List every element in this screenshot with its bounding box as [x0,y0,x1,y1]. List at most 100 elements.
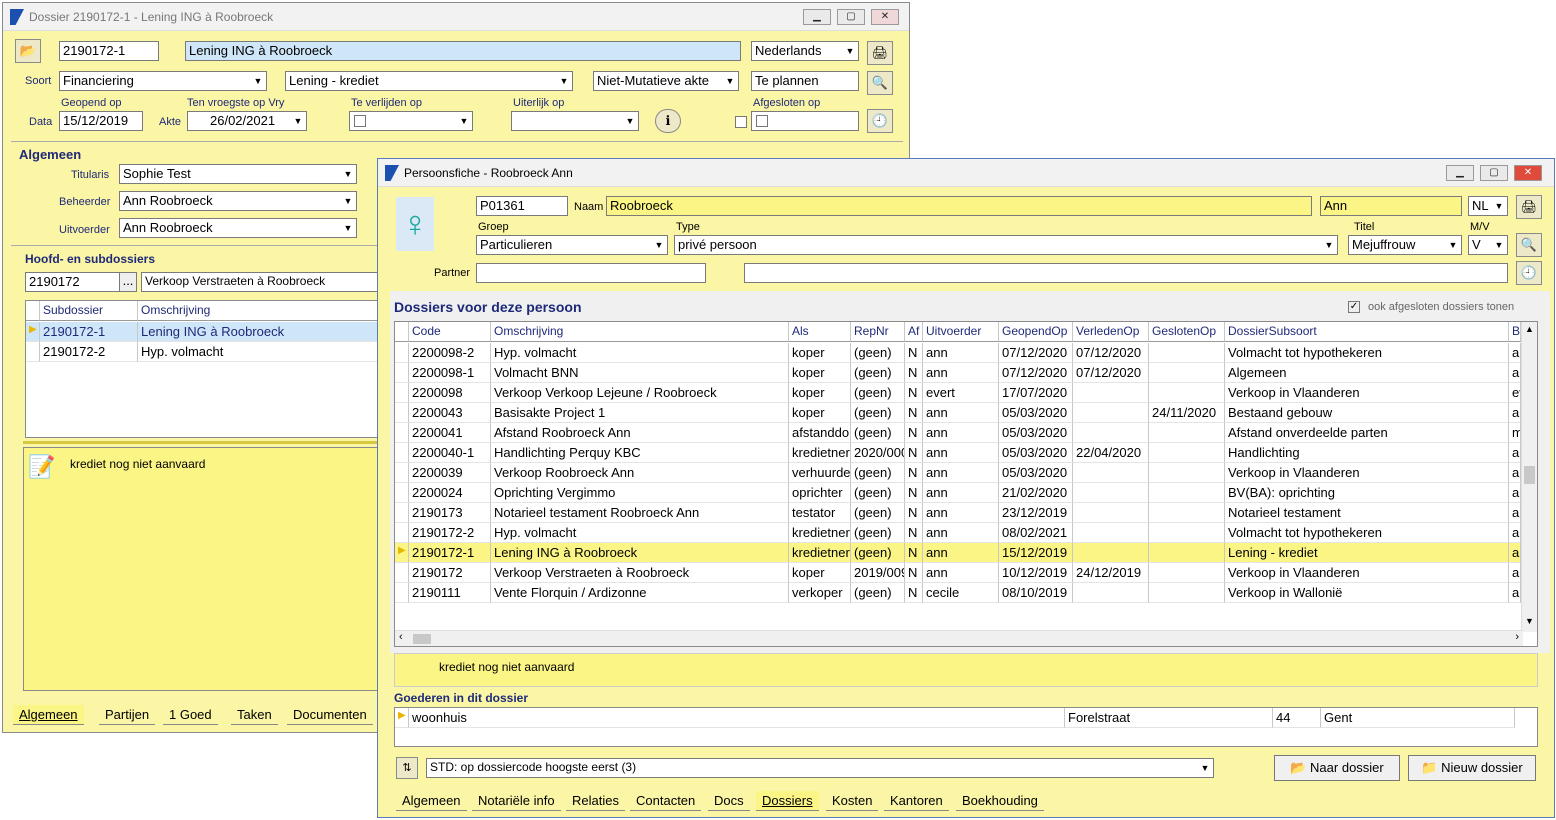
table-row[interactable]: ▶ 2190172-1 Lening ING à Roobroeck kredietn… [395,543,1537,563]
table-row[interactable]: 2200043 Basisakte Project 1 koper (geen) Nan… [395,403,1537,423]
table-row[interactable]: 2190172-2 Hyp. volmacht kredietner (geen) Na… [395,523,1537,543]
verlijden-field[interactable]: ▼ [349,111,473,131]
status-field[interactable]: Te plannen [751,71,859,91]
chevron-down-icon[interactable]: ▼ [1321,236,1337,254]
naar-dossier-button[interactable]: 📂 Naar dossier [1274,755,1400,781]
table-row[interactable]: ▶ woonhuis Forelstraat 44 Gent [395,708,1537,728]
partner-field[interactable] [476,263,706,283]
chevron-down-icon[interactable]: ▼ [1197,759,1213,777]
afgesloten-field[interactable] [751,111,859,131]
clock-icon[interactable]: 🕘 [1516,261,1542,285]
tab-contacten[interactable]: Contacten [630,791,702,811]
person-language-select[interactable]: NL ▼ [1468,196,1508,216]
search-icon[interactable]: 🔍 [867,71,893,95]
tab-boekhouding[interactable]: Boekhouding [956,791,1044,811]
sort-icon[interactable]: ⇅ [396,757,418,779]
browse-button[interactable]: ... [119,272,137,292]
tab-docs[interactable]: Docs [708,791,750,811]
chevron-down-icon[interactable]: ▼ [250,72,266,90]
afgesloten-checkbox[interactable] [735,116,747,128]
chevron-down-icon[interactable]: ▼ [340,219,356,237]
tab-algemeen[interactable]: Algemeen [396,791,467,811]
mv-select[interactable]: V ▼ [1468,235,1508,255]
column-header-geslotenop[interactable]: GeslotenOp [1149,322,1225,342]
uitvoerder-select[interactable]: Ann Roobroeck ▼ [119,218,357,238]
tab-kantoren[interactable]: Kantoren [884,791,949,811]
table-row[interactable]: 2190172-2 Hyp. volmacht [26,342,384,362]
akte-type-select[interactable]: Niet-Mutatieve akte ▼ [593,71,739,91]
chevron-down-icon[interactable]: ▼ [456,112,472,130]
hoofd-desc-field[interactable]: Verkoop Verstraeten à Roobroeck [141,272,381,292]
geopend-field[interactable]: 15/12/2019 [59,111,143,131]
column-header-verledenop[interactable]: VerledenOp [1073,322,1149,342]
column-header-code[interactable]: Code [409,322,491,342]
tab-dossiers[interactable]: Dossiers [756,791,819,811]
table-row[interactable]: 2190172 Verkoop Verstraeten à Roobroeck ko… [395,563,1537,583]
chevron-down-icon[interactable]: ▼ [1445,236,1461,254]
sort-select[interactable]: STD: op dossiercode hoogste eerst (3) ▼ [426,758,1214,778]
horizontal-scrollbar[interactable]: ‹ › [395,630,1523,646]
akte-date-field[interactable]: 26/02/2021 ▼ [187,111,307,131]
table-row[interactable]: 2200098-2 Hyp. volmacht koper (geen) Nann 07/… [395,343,1537,363]
chevron-down-icon[interactable]: ▼ [651,236,667,254]
person-id-field[interactable]: P01361 [476,196,568,216]
info-icon[interactable]: ℹ [655,109,681,133]
splitter[interactable] [23,441,383,444]
close-icon[interactable]: ✕ [871,9,899,25]
tab-taken[interactable]: Taken [231,705,278,725]
scroll-thumb[interactable] [413,634,431,644]
column-header-af[interactable]: Af [905,322,923,342]
minimize-icon[interactable]: ▁ [1446,165,1474,181]
scroll-up-icon[interactable]: ▲ [1525,324,1534,334]
scroll-thumb[interactable] [1524,466,1535,484]
partner-name-field[interactable] [744,263,1508,283]
tab-relaties[interactable]: Relaties [566,791,625,811]
search-icon[interactable]: 🔍 [1516,233,1542,257]
dossier-code-field[interactable]: 2190172-1 [59,41,159,61]
column-header[interactable]: Subdossier [40,301,138,321]
chevron-down-icon[interactable]: ▼ [842,42,858,60]
column-header-omschrijving[interactable]: Omschrijving [491,322,789,342]
tab-1-goed[interactable]: 1 Goed [163,705,218,725]
maximize-icon[interactable]: ▢ [1480,165,1508,181]
person-memo-panel[interactable]: krediet nog niet aanvaard [394,653,1538,687]
chevron-down-icon[interactable]: ▼ [556,72,572,90]
uiterlijk-field[interactable]: ▼ [511,111,639,131]
chevron-down-icon[interactable]: ▼ [340,192,356,210]
titularis-select[interactable]: Sophie Test ▼ [119,164,357,184]
chevron-down-icon[interactable]: ▼ [1491,236,1507,254]
table-row[interactable]: 2200098-1 Volmacht BNN koper (geen) Nann 07/1… [395,363,1537,383]
chevron-down-icon[interactable]: ▼ [722,72,738,90]
soort-select[interactable]: Financiering ▼ [59,71,267,91]
open-folder-icon[interactable]: 📂 [15,39,41,63]
column-header[interactable]: Omschrijving [138,301,384,321]
table-row[interactable]: 2200040-1 Handlichting Perquy KBC kredietn… [395,443,1537,463]
print-icon[interactable]: 🖨 [1516,195,1542,219]
type-select[interactable]: privé persoon ▼ [674,235,1338,255]
verlijden-checkbox[interactable] [354,115,366,127]
column-header-geopendop[interactable]: GeopendOp [999,322,1073,342]
tab-notariele-info[interactable]: Notariële info [472,791,561,811]
column-header-als[interactable]: Als [789,322,851,342]
table-row[interactable]: 2190111 Vente Florquin / Ardizonne verkope… [395,583,1537,603]
column-header-uitvoerder[interactable]: Uitvoerder [923,322,999,342]
maximize-icon[interactable]: ▢ [837,9,865,25]
hoofd-code-field[interactable]: 2190172 [25,272,121,292]
dossier-name-field[interactable]: Lening ING à Roobroeck [185,41,741,61]
scroll-right-icon[interactable]: › [1515,631,1519,643]
table-row[interactable]: 2200024 Oprichting Vergimmo oprichter (geen… [395,483,1537,503]
subsoort-select[interactable]: Lening - krediet ▼ [285,71,573,91]
scroll-left-icon[interactable]: ‹ [399,631,403,643]
tab-partijen[interactable]: Partijen [99,705,156,725]
memo-panel[interactable]: 📝 krediet nog niet aanvaard [23,447,383,691]
nieuw-dossier-button[interactable]: 📁 Nieuw dossier [1408,755,1536,781]
column-header-b[interactable]: B [1509,322,1521,342]
show-closed-checkbox[interactable]: ✓ [1348,301,1360,313]
close-icon[interactable]: ✕ [1514,165,1542,181]
table-row[interactable]: 2200041 Afstand Roobroeck Ann afstanddo (ge… [395,423,1537,443]
table-row[interactable]: 2200039 Verkoop Roobroeck Ann verhuurder (g… [395,463,1537,483]
vertical-scrollbar[interactable]: ▲ ▼ [1521,322,1537,632]
titel-select[interactable]: Mejuffrouw ▼ [1348,235,1462,255]
column-header-repnr[interactable]: RepNr [851,322,905,342]
naam-field[interactable]: Roobroeck [606,196,1312,216]
